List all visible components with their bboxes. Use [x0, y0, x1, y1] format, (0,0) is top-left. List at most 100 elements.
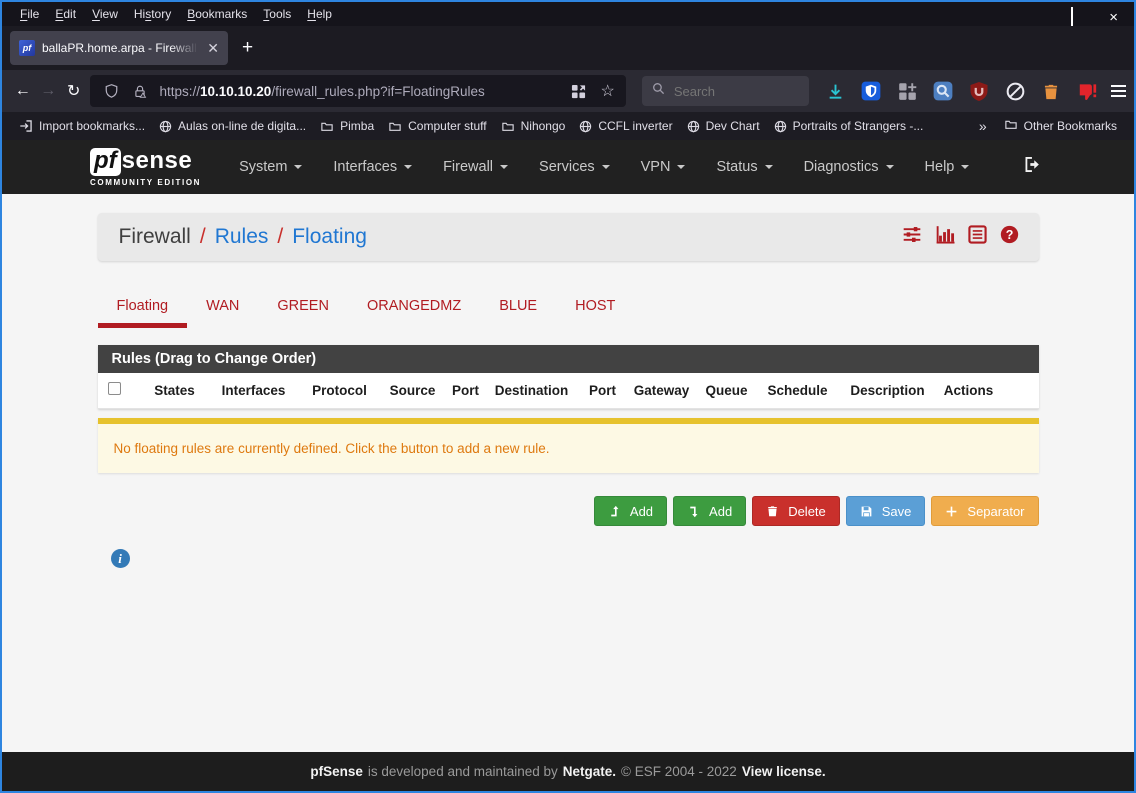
new-tab-button[interactable]: + [242, 37, 253, 59]
bookmark-label: Dev Chart [705, 119, 760, 133]
extension-blocks-plus-icon[interactable] [897, 81, 917, 101]
bookmark-label: Aulas on-line de digita... [178, 119, 307, 133]
menu-file[interactable]: File [12, 7, 47, 21]
delete-button[interactable]: Delete [752, 496, 840, 526]
thumbs-down-extension-icon[interactable] [1077, 81, 1097, 101]
other-bookmarks-folder[interactable]: Other Bookmarks [997, 115, 1124, 137]
info-icon[interactable]: i [110, 549, 130, 568]
breadcrumb-rules-link[interactable]: Rules [215, 225, 269, 249]
tab-wan[interactable]: WAN [187, 288, 258, 328]
button-label: Add [629, 503, 654, 519]
nav-help[interactable]: Help [925, 159, 970, 175]
breadcrumb: Firewall / Rules / Floating ? [97, 213, 1039, 261]
app-menu-hamburger-icon[interactable] [1111, 85, 1127, 97]
chevron-down-icon [764, 165, 773, 173]
browser-tab[interactable]: pf ballaPR.home.arpa - Firewall: Ru ✕ [10, 31, 228, 65]
tab-floating[interactable]: Floating [98, 288, 188, 328]
nav-status[interactable]: Status [716, 159, 773, 175]
logout-icon[interactable] [1024, 156, 1042, 178]
button-label: Add [709, 503, 733, 519]
menu-bar: File Edit View History Bookmarks Tools Help [2, 2, 1134, 26]
nav-firewall[interactable]: Firewall [443, 159, 509, 175]
lock-warning-icon[interactable] [130, 81, 150, 101]
add-button-down[interactable]: Add [673, 496, 747, 526]
footer-copyright: © ESF 2004 - 2022 [621, 764, 737, 779]
footer-netgate-link[interactable]: Netgate. [563, 764, 616, 779]
bookmark-star-icon[interactable]: ☆ [600, 81, 614, 101]
reload-button[interactable]: ↻ [61, 78, 86, 105]
tracking-protection-shield-icon[interactable] [101, 81, 121, 101]
extension-area [825, 81, 1097, 101]
bookmarks-overflow-chevron-icon[interactable]: » [969, 118, 997, 134]
ublock-origin-shield-icon[interactable] [969, 81, 989, 101]
tab-green[interactable]: GREEN [258, 288, 348, 328]
import-icon [19, 119, 33, 133]
footer-license-link[interactable]: View license. [742, 764, 826, 779]
help-question-icon[interactable]: ? [1000, 225, 1019, 250]
action-buttons-row: Add Add Delete Save Separator [98, 496, 1039, 526]
menu-history[interactable]: History [126, 7, 179, 21]
bar-chart-icon[interactable] [935, 225, 955, 250]
breadcrumb-section: Firewall [118, 225, 191, 248]
menu-bookmarks[interactable]: Bookmarks [179, 7, 255, 21]
tab-title: ballaPR.home.arpa - Firewall: Ru [42, 41, 199, 55]
bookmark-portraits-of-strangers[interactable]: Portraits of Strangers -... [767, 115, 931, 137]
footer-brand: pfSense [310, 764, 363, 779]
bookmark-ccfl-inverter[interactable]: CCFL inverter [572, 115, 679, 137]
close-button[interactable]: × [1109, 10, 1118, 25]
search-box[interactable] [641, 76, 810, 106]
maximize-button[interactable] [1071, 7, 1074, 26]
bookmark-aulas-on-line-de-digita[interactable]: Aulas on-line de digita... [152, 115, 313, 137]
tab-orangedmz[interactable]: ORANGEDMZ [348, 288, 480, 328]
tab-host[interactable]: HOST [556, 288, 634, 328]
downloads-icon[interactable] [825, 81, 845, 101]
menu-tools[interactable]: Tools [255, 7, 299, 21]
breadcrumb-floating-link[interactable]: Floating [292, 225, 367, 249]
trash-icon [766, 504, 779, 518]
menu-edit[interactable]: Edit [47, 7, 84, 21]
tab-close-icon[interactable]: ✕ [207, 40, 219, 57]
footer-text: is developed and maintained by [367, 764, 558, 779]
column-header-interfaces: Interfaces [221, 382, 286, 398]
back-button[interactable]: ← [10, 78, 35, 105]
pfsense-logo[interactable]: pf sense COMMUNITY EDITION [90, 147, 202, 187]
bitwarden-shield-icon[interactable] [861, 81, 881, 101]
nav-label: Help [924, 159, 955, 175]
circle-slash-blocker-icon[interactable] [1005, 81, 1025, 101]
tab-blue[interactable]: BLUE [480, 288, 556, 328]
separator-button[interactable]: Separator [931, 496, 1039, 526]
window-controls: × [1035, 7, 1118, 26]
nav-vpn[interactable]: VPN [641, 159, 686, 175]
pfsense-edition-label: COMMUNITY EDITION [90, 177, 202, 187]
extension-magnifier-icon[interactable] [933, 81, 953, 101]
forward-button[interactable]: → [35, 78, 60, 105]
level-up-icon [608, 505, 621, 518]
page-action-grid-icon[interactable] [568, 81, 588, 101]
button-label: Delete [788, 503, 826, 519]
log-list-icon[interactable] [967, 224, 987, 250]
url-bar[interactable]: https://10.10.10.20/firewall_rules.php?i… [90, 75, 626, 107]
rules-panel-title: Rules (Drag to Change Order) [97, 345, 1039, 373]
nav-interfaces[interactable]: Interfaces [333, 159, 413, 175]
bookmark-nihongo[interactable]: Nihongo [494, 115, 573, 137]
column-header-description: Description [850, 382, 925, 398]
nav-label: Interfaces [333, 159, 398, 175]
nav-system[interactable]: System [239, 159, 303, 175]
add-button-up[interactable]: Add [593, 496, 668, 526]
menu-help[interactable]: Help [299, 7, 340, 21]
nav-services[interactable]: Services [539, 159, 610, 175]
save-button[interactable]: Save [845, 496, 926, 526]
bookmark-computer-stuff[interactable]: Computer stuff [381, 115, 493, 137]
filter-sliders-icon[interactable] [902, 225, 922, 250]
save-icon [860, 505, 873, 518]
bookmark-import-bookmarks[interactable]: Import bookmarks... [12, 115, 152, 137]
select-all-checkbox[interactable] [107, 382, 121, 395]
menu-view[interactable]: View [84, 7, 126, 21]
svg-text:?: ? [1005, 227, 1013, 241]
nav-diagnostics[interactable]: Diagnostics [804, 159, 894, 175]
bookmark-dev-chart[interactable]: Dev Chart [680, 115, 767, 137]
pfsense-footer: pfSense is developed and maintained by N… [2, 752, 1134, 791]
trash-extension-icon[interactable] [1041, 81, 1061, 101]
search-input[interactable] [673, 83, 784, 99]
bookmark-pimba[interactable]: Pimba [313, 115, 381, 137]
